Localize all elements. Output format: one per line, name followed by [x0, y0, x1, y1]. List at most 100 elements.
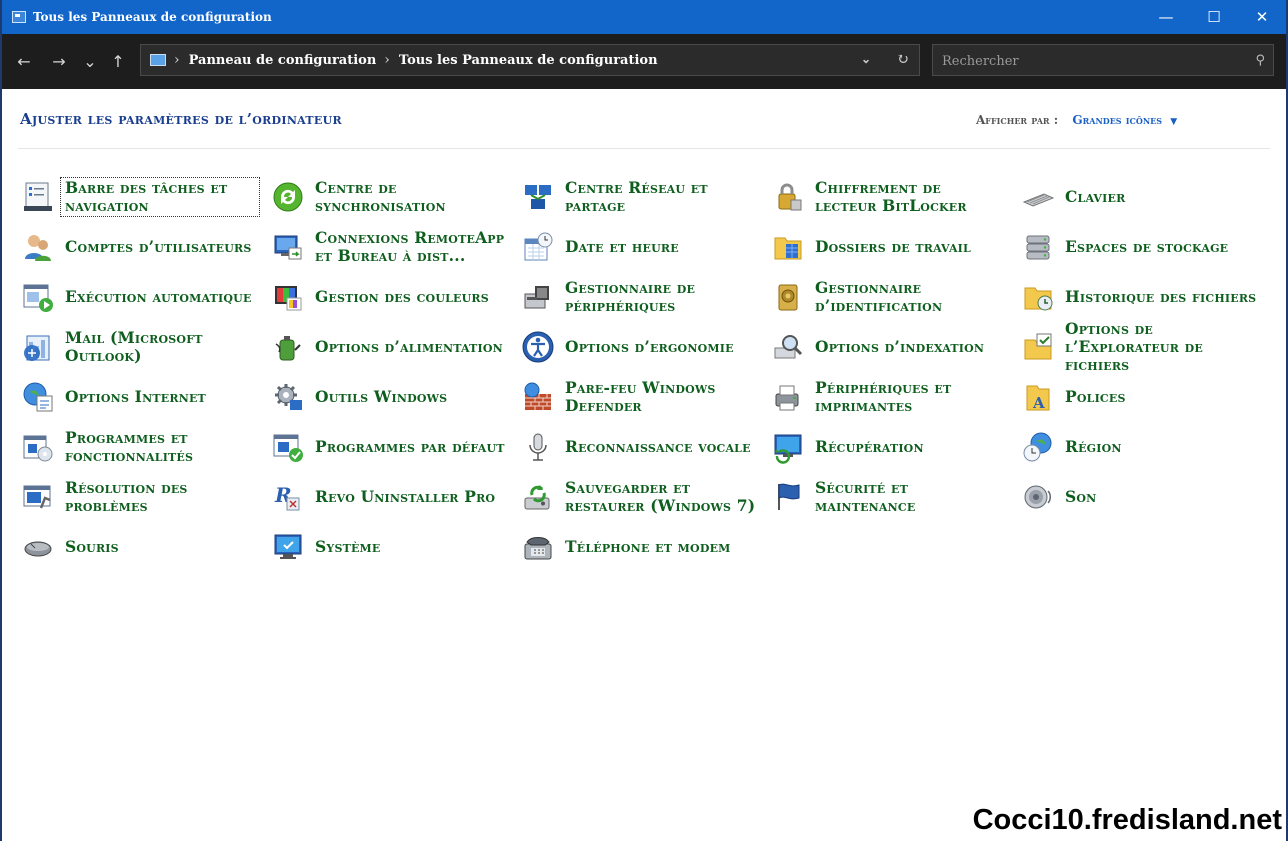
default-programs-icon — [273, 434, 303, 462]
control-panel-item[interactable]: R Revo Uninstaller Pro — [268, 474, 508, 520]
dropdown-arrow-icon[interactable]: ▼ — [1170, 117, 1177, 127]
control-panel-item-label: Gestion des couleurs — [315, 287, 489, 306]
maximize-button[interactable]: ☐ — [1190, 0, 1238, 34]
search-input[interactable] — [933, 45, 1244, 77]
control-panel-item-label: Dossiers de travail — [815, 237, 971, 256]
minimize-button[interactable]: — — [1142, 0, 1190, 34]
control-panel-item[interactable]: Programmes par défaut — [268, 424, 508, 470]
control-panel-item[interactable]: Outils Windows — [268, 374, 508, 420]
storage-spaces-icon — [1026, 235, 1050, 260]
chevron-down-icon[interactable]: ⌄ — [861, 52, 871, 66]
control-panel-item[interactable]: Gestion des couleurs — [268, 274, 508, 320]
control-panel-item-label: Pare-feu Windows Defender — [565, 378, 716, 415]
control-panel-item[interactable]: Date et heure — [518, 224, 758, 270]
control-panel-item[interactable]: Historique des fichiers — [1018, 274, 1258, 320]
control-panel-item[interactable]: Récupération — [768, 424, 1008, 470]
recent-locations-button[interactable]: ⌄ — [78, 51, 102, 71]
file-explorer-options-icon — [1024, 333, 1052, 360]
control-panel-item[interactable]: Espaces de stockage — [1018, 224, 1258, 270]
control-panel-item[interactable]: Exécution automatique — [18, 274, 258, 320]
ease-of-access-icon — [522, 331, 554, 363]
close-button[interactable]: ✕ — [1238, 0, 1286, 34]
control-panel-item[interactable]: Options de l’Explorateur de fichiers — [1018, 320, 1258, 374]
control-panel-item-label: Résolution des problèmes — [65, 478, 188, 515]
control-panel-item-label: Options de l’Explorateur de fichiers — [1065, 319, 1203, 374]
refresh-icon[interactable]: ↻ — [896, 50, 909, 68]
control-panel-item-label: Programmes et fonctionnalités — [65, 428, 194, 465]
troubleshooting-icon — [23, 485, 51, 509]
indexing-icon — [774, 335, 803, 359]
page-title: Ajuster les paramètres de l’ordinateur — [20, 110, 342, 128]
forward-button[interactable]: → — [47, 51, 71, 71]
date-time-icon — [524, 232, 553, 261]
security-maintenance-icon — [778, 483, 800, 510]
control-panel-item[interactable]: Centre Réseau et partage — [518, 174, 758, 220]
control-panel-item[interactable]: Options d’alimentation — [268, 324, 508, 370]
control-panel-item[interactable]: Clavier — [1018, 174, 1258, 220]
control-panel-item-label: Exécution automatique — [65, 287, 252, 306]
back-button[interactable]: ← — [12, 51, 36, 71]
control-panel-item[interactable]: Options d’ergonomie — [518, 324, 758, 370]
sound-icon — [1024, 485, 1051, 509]
window-title: Tous les Panneaux de configuration — [33, 10, 272, 24]
file-history-icon — [1024, 287, 1053, 311]
control-panel-item[interactable]: Options Internet — [18, 374, 258, 420]
control-panel-item-label: Souris — [65, 537, 119, 556]
search-box[interactable]: ⚲ — [932, 44, 1274, 77]
control-panel-item[interactable]: Souris — [18, 524, 258, 570]
control-panel-item-label: Région — [1065, 437, 1122, 456]
control-panel-item[interactable]: Mail (Microsoft Outlook) — [18, 324, 258, 370]
control-panel-item[interactable]: Barre des tâches et navigation — [18, 174, 260, 220]
control-panel-item-label: Date et heure — [565, 237, 679, 256]
breadcrumb-control-panel[interactable]: Panneau de configuration — [189, 53, 377, 68]
control-panel-item[interactable]: A Polices — [1018, 374, 1258, 420]
control-panel-item-label: Sécurité et maintenance — [815, 478, 916, 515]
control-panel-item-label: Options d’indexation — [815, 337, 985, 356]
control-panel-item[interactable]: Dossiers de travail — [768, 224, 1008, 270]
control-panel-item[interactable]: Comptes d’utilisateurs — [18, 224, 258, 270]
search-icon[interactable]: ⚲ — [1255, 53, 1265, 68]
device-manager-icon — [524, 286, 549, 309]
control-panel-item[interactable]: Options d’indexation — [768, 324, 1008, 370]
control-panel-item[interactable]: Téléphone et modem — [518, 524, 758, 570]
control-panel-item-label: Programmes par défaut — [315, 437, 505, 456]
control-panel-item-label: Gestionnaire d’identification — [815, 278, 943, 315]
control-panel-item[interactable]: Région — [1018, 424, 1258, 470]
title-bar: Tous les Panneaux de configuration — ☐ ✕ — [2, 0, 1286, 34]
control-panel-item-label: Options Internet — [65, 387, 206, 406]
up-button[interactable]: ↑ — [106, 51, 130, 71]
control-panel-item[interactable]: Reconnaissance vocale — [518, 424, 758, 470]
revo-uninstaller-icon: R — [274, 483, 300, 511]
control-panel-item-label: Son — [1065, 487, 1097, 506]
backup-restore-icon — [524, 485, 550, 510]
mail-icon — [24, 335, 50, 361]
control-panel-item[interactable]: Périphériques et imprimantes — [768, 374, 1008, 420]
breadcrumb-all-items[interactable]: Tous les Panneaux de configuration — [399, 53, 658, 68]
control-panel-item[interactable]: Programmes et fonctionnalités — [18, 424, 258, 470]
control-panel-item-label: Barre des tâches et navigation — [60, 177, 260, 217]
control-panel-item-label: Centre Réseau et partage — [565, 178, 708, 215]
control-panel-item[interactable]: Gestionnaire de périphériques — [518, 274, 758, 320]
control-panel-item[interactable]: Système — [268, 524, 508, 570]
windows-tools-icon — [275, 384, 302, 410]
address-bar[interactable]: › Panneau de configuration › Tous les Pa… — [140, 44, 920, 76]
control-panel-item-label: Sauvegarder et restaurer (Windows 7) — [565, 478, 756, 515]
credential-manager-icon — [778, 284, 798, 311]
programs-features-icon — [23, 435, 53, 462]
control-panel-window: Tous les Panneaux de configuration — ☐ ✕… — [2, 0, 1286, 841]
control-panel-item[interactable]: Centre de synchronisation — [268, 174, 508, 220]
control-panel-item[interactable]: Gestionnaire d’identification — [768, 274, 1008, 320]
view-by-dropdown[interactable]: Grandes icônes — [1072, 113, 1162, 127]
network-icon — [525, 185, 551, 209]
control-panel-item[interactable]: Connexions RemoteApp et Bureau à dist... — [268, 224, 508, 270]
control-panel-item[interactable]: Sauvegarder et restaurer (Windows 7) — [518, 474, 758, 520]
control-panel-item[interactable]: Chiffrement de lecteur BitLocker — [768, 174, 1008, 220]
control-panel-icon — [150, 54, 166, 66]
control-panel-item[interactable]: Sécurité et maintenance — [768, 474, 1008, 520]
control-panel-item[interactable]: Pare-feu Windows Defender — [518, 374, 758, 420]
control-panel-icon — [12, 11, 26, 23]
control-panel-item-label: Téléphone et modem — [565, 537, 731, 556]
control-panel-item[interactable]: Son — [1018, 474, 1258, 520]
control-panel-item[interactable]: Résolution des problèmes — [18, 474, 258, 520]
control-panel-item-label: Gestionnaire de périphériques — [565, 278, 696, 315]
